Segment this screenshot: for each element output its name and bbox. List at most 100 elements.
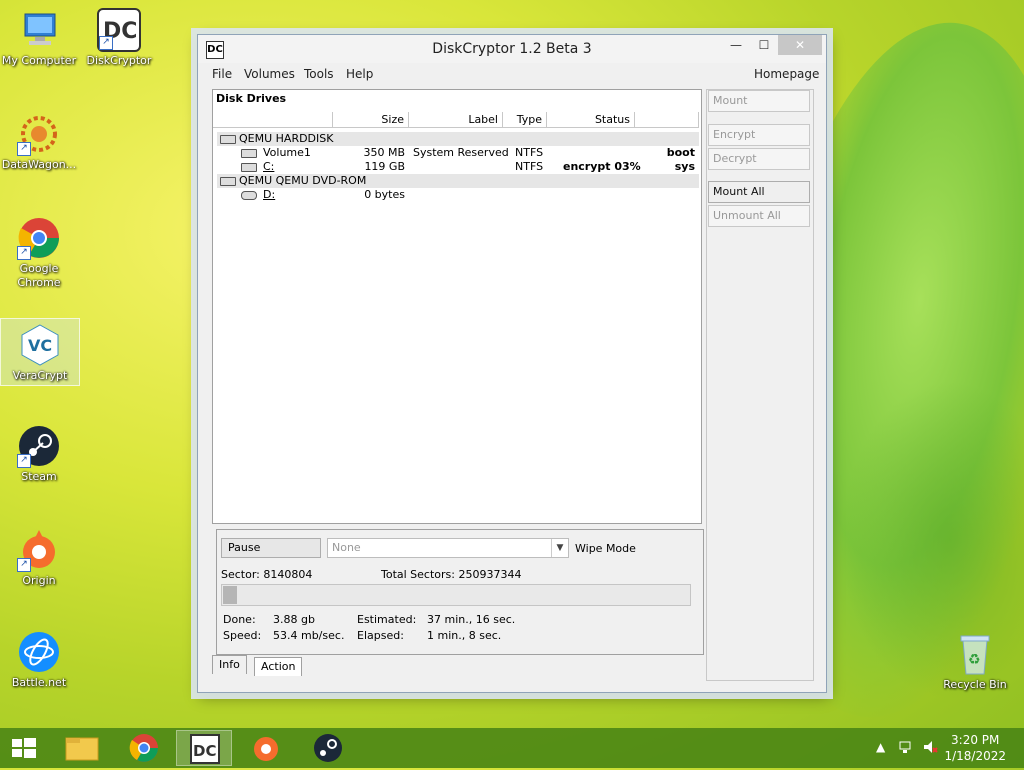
volume-row[interactable]: D: 0 bytes [217,188,699,202]
speed-label: Speed: [223,629,262,642]
shortcut-arrow-icon: ↗ [17,558,31,572]
tab-action[interactable]: Action [254,657,303,676]
desktop-icon-my-computer[interactable]: My Computer [0,8,78,68]
minimize-button[interactable]: — [724,35,748,55]
volume-row[interactable]: Volume1 350 MB System Reserved NTFS boot [217,146,699,160]
done-value: 3.88 gb [273,613,315,626]
estimated-value: 37 min., 16 sec. [427,613,516,626]
desktop-icon-label: VeraCrypt [12,369,68,382]
windows-icon [12,738,36,758]
steam-icon [314,734,342,762]
dvd-drive-icon [220,177,236,186]
menu-tools[interactable]: Tools [304,67,334,81]
pause-button[interactable]: Pause [221,538,321,558]
wipe-mode-select[interactable]: None ▼ [327,538,569,558]
diskcryptor-icon: DC [190,734,220,764]
encryption-progress-bar [221,584,691,606]
taskbar: DC ▲ 3:20 PM 1/18/2022 [0,728,1024,768]
wipe-mode-label: Wipe Mode [575,542,636,555]
volume-flag: sys [674,160,695,173]
harddisk-icon [220,135,236,144]
mount-button[interactable]: Mount [708,90,810,112]
menu-volumes[interactable]: Volumes [244,67,295,81]
encrypt-button[interactable]: Encrypt [708,124,810,146]
desktop-icon-battlenet[interactable]: Battle.net [0,630,78,690]
taskbar-diskcryptor[interactable]: DC [176,730,232,766]
cdrom-icon [241,191,257,200]
elapsed-label: Elapsed: [357,629,404,642]
disk-name: QEMU QEMU DVD-ROM [239,174,367,187]
computer-icon [17,8,61,52]
diskcryptor-icon: DC ↗ [97,8,141,52]
folder-icon [65,737,99,761]
svg-text:VC: VC [28,336,52,355]
column-header-name[interactable] [213,112,333,128]
volume-row[interactable]: C: 119 GB NTFS encrypt 03% sys [217,160,699,174]
desktop-icon-origin[interactable]: ↗ Origin [0,528,78,588]
shortcut-arrow-icon: ↗ [99,36,113,50]
column-header-type[interactable]: Type [503,112,547,128]
side-button-column [706,89,814,681]
homepage-link[interactable]: Homepage [754,67,819,81]
taskbar-chrome[interactable] [116,730,172,766]
tab-info[interactable]: Info [212,655,247,674]
decrypt-button[interactable]: Decrypt [708,148,810,170]
origin-icon: ↗ [17,528,61,572]
column-header-status[interactable]: Status [547,112,635,128]
column-header-label[interactable]: Label [409,112,503,128]
volume-type: NTFS [515,146,544,159]
disk-name: QEMU HARDDISK [239,132,334,145]
volume-flag: boot [666,146,695,159]
origin-icon [254,737,278,761]
maximize-button[interactable]: ☐ [752,35,776,55]
estimated-label: Estimated: [357,613,417,626]
disk-group-row[interactable]: QEMU QEMU DVD-ROM [217,174,699,188]
progress-fill [223,586,237,604]
desktop-icon-label: DiskCryptor [86,54,152,67]
taskbar-file-explorer[interactable] [54,730,110,766]
mount-all-button[interactable]: Mount All [708,181,810,203]
start-button[interactable] [0,730,48,766]
chevron-down-icon: ▼ [551,539,568,557]
volume-label: System Reserved [413,146,509,159]
desktop-icon-label: My Computer [1,54,77,67]
desktop-icon-diskcryptor[interactable]: DC ↗ DiskCryptor [80,8,158,68]
datawagon-icon: ↗ [17,112,61,156]
veracrypt-icon: VC [18,323,62,367]
steam-icon: ↗ [17,424,61,468]
volume-size: 119 GB [364,160,405,173]
volume-name: D: [263,188,276,201]
network-icon[interactable] [898,740,914,757]
volume-name: Volume1 [263,146,311,159]
shortcut-arrow-icon: ↗ [17,454,31,468]
chrome-icon [129,734,158,762]
desktop-icon-veracrypt[interactable]: VC VeraCrypt [0,318,80,386]
show-hidden-icons-button[interactable]: ▲ [876,740,885,754]
disk-group-row[interactable]: QEMU HARDDISK [217,132,699,146]
volume-icon [241,163,257,172]
unmount-all-button[interactable]: Unmount All [708,205,810,227]
desktop-icon-steam[interactable]: ↗ Steam [0,424,78,484]
elapsed-value: 1 min., 8 sec. [427,629,502,642]
taskbar-clock[interactable]: 3:20 PM 1/18/2022 [944,732,1006,764]
desktop-icon-datawagon[interactable]: ↗ DataWagon... [0,112,78,172]
taskbar-origin[interactable] [238,730,294,766]
desktop-icon-label: Steam [21,470,57,483]
close-button[interactable]: ✕ [778,35,822,55]
column-header-size[interactable]: Size [333,112,409,128]
volume-muted-icon[interactable] [922,740,938,757]
done-label: Done: [223,613,256,626]
desktop-icon-recycle-bin[interactable]: ♻ Recycle Bin [936,632,1014,692]
menu-file[interactable]: File [212,67,232,81]
taskbar-steam[interactable] [300,730,356,766]
battlenet-icon [17,630,61,674]
column-header-flag[interactable] [635,112,699,128]
clock-date: 1/18/2022 [944,749,1006,763]
volume-icon [241,149,257,158]
desktop-icon-google-chrome[interactable]: ↗ Google Chrome [0,216,78,290]
disk-drives-panel[interactable]: Disk Drives Size Label Type Status QEMU … [212,89,702,524]
window-titlebar[interactable]: DC DiskCryptor 1.2 Beta 3 — ☐ ✕ [198,35,826,63]
volume-type: NTFS [515,160,544,173]
shortcut-arrow-icon: ↗ [17,142,31,156]
menu-help[interactable]: Help [346,67,373,81]
